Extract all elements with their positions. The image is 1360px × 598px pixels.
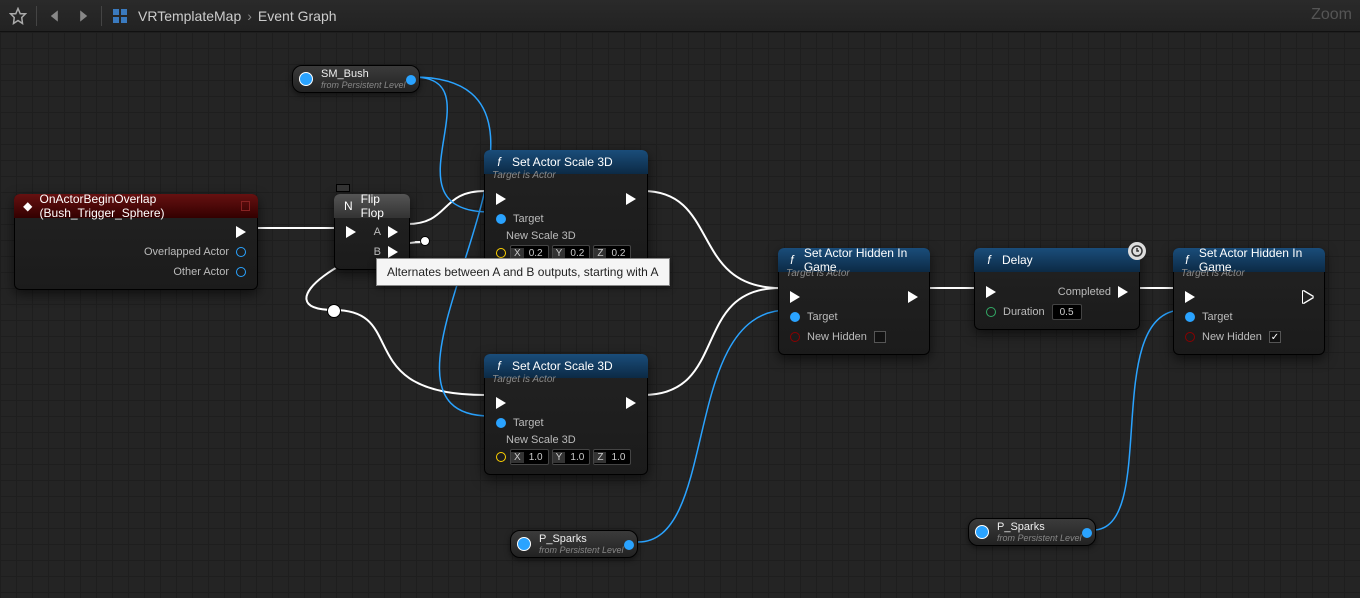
node-onactorbeginoverlap[interactable]: ◆ OnActorBeginOverlap (Bush_Trigger_Sphe… [14, 194, 258, 290]
breadcrumb-leaf[interactable]: Event Graph [254, 8, 341, 24]
new-hidden-checkbox[interactable]: ✓ [1269, 331, 1281, 343]
favorite-icon[interactable] [4, 3, 32, 29]
new-hidden-pin[interactable] [790, 332, 800, 342]
output-pin[interactable] [1082, 528, 1092, 538]
graph-canvas[interactable]: SM_Bush from Persistent Level P_Sparks f… [0, 32, 1360, 598]
scale-x-input[interactable]: X1.0 [510, 449, 549, 465]
scale-z-input[interactable]: Z1.0 [593, 449, 631, 465]
blueprint-icon[interactable] [106, 3, 134, 29]
node-title: OnActorBeginOverlap (Bush_Trigger_Sphere… [40, 192, 242, 220]
completed-pin[interactable] [1118, 286, 1128, 298]
target-pin[interactable] [496, 418, 506, 428]
toolbar: VRTemplateMap › Event Graph Zoom [0, 0, 1360, 32]
scale-y-input[interactable]: Y1.0 [552, 449, 591, 465]
function-icon: f [1181, 253, 1193, 267]
node-set-actor-hidden-a[interactable]: fSet Actor Hidden In Game Target is Acto… [778, 248, 930, 355]
var-name: SM_Bush [321, 68, 406, 80]
exec-a-pin[interactable] [388, 226, 398, 238]
node-set-actor-scale-3d-b[interactable]: fSet Actor Scale 3D Target is Actor Targ… [484, 354, 648, 475]
exec-in-pin[interactable] [496, 193, 506, 205]
variable-p-sparks[interactable]: P_Sparks from Persistent Level [510, 530, 638, 558]
exec-in-pin[interactable] [790, 291, 800, 303]
reroute-knot[interactable] [327, 304, 341, 318]
exec-out-pin[interactable] [626, 397, 636, 409]
forward-button[interactable] [69, 3, 97, 29]
variable-sm-bush[interactable]: SM_Bush from Persistent Level [292, 65, 420, 93]
tooltip: Alternates between A and B outputs, star… [376, 258, 670, 286]
actor-icon [975, 525, 989, 539]
target-pin[interactable] [790, 312, 800, 322]
duration-pin[interactable] [986, 307, 996, 317]
exec-out-pin[interactable] [236, 226, 246, 238]
target-pin[interactable] [496, 214, 506, 224]
function-icon: f [492, 359, 506, 373]
exec-in-pin[interactable] [1185, 291, 1195, 303]
new-scale-pin[interactable] [496, 248, 506, 258]
actor-icon [517, 537, 531, 551]
variable-p-sparks-2[interactable]: P_Sparks from Persistent Level [968, 518, 1096, 546]
new-hidden-pin[interactable] [1185, 332, 1195, 342]
event-icon: ◆ [22, 199, 34, 213]
duration-input[interactable]: 0.5 [1052, 304, 1082, 320]
overlapped-actor-pin[interactable] [236, 247, 246, 257]
target-pin[interactable] [1185, 312, 1195, 322]
actor-icon [299, 72, 313, 86]
exec-b-pin[interactable] [388, 246, 398, 258]
chevron-right-icon: › [245, 8, 254, 24]
breadcrumb: VRTemplateMap › Event Graph [134, 8, 341, 24]
exec-in-pin[interactable] [346, 226, 356, 238]
node-delay[interactable]: fDelay Completed Duration 0.5 [974, 248, 1140, 330]
exec-in-pin[interactable] [496, 397, 506, 409]
zoom-label: Zoom [1311, 6, 1352, 24]
breadcrumb-root[interactable]: VRTemplateMap [134, 8, 245, 24]
macro-icon: N [342, 199, 355, 213]
back-button[interactable] [41, 3, 69, 29]
latent-icon [1128, 242, 1146, 260]
node-badge [241, 201, 250, 211]
node-set-actor-hidden-b[interactable]: fSet Actor Hidden In Game Target is Acto… [1173, 248, 1325, 355]
node-title: Flip Flop [361, 192, 402, 220]
exec-out-pin[interactable] [626, 193, 636, 205]
exec-out-pin[interactable] [1303, 291, 1313, 303]
new-scale-pin[interactable] [496, 452, 506, 462]
other-actor-pin[interactable] [236, 267, 246, 277]
node-set-actor-scale-3d-a[interactable]: fSet Actor Scale 3D Target is Actor Targ… [484, 150, 648, 271]
reroute-knot-b[interactable] [420, 236, 430, 246]
function-icon: f [982, 253, 996, 267]
new-hidden-checkbox[interactable] [874, 331, 886, 343]
exec-in-pin[interactable] [986, 286, 996, 298]
function-icon: f [786, 253, 798, 267]
output-pin[interactable] [624, 540, 634, 550]
var-sub: from Persistent Level [321, 80, 406, 90]
function-icon: f [492, 155, 506, 169]
exec-out-pin[interactable] [908, 291, 918, 303]
comment-bubble-icon[interactable] [336, 184, 350, 192]
output-pin[interactable] [406, 75, 416, 85]
